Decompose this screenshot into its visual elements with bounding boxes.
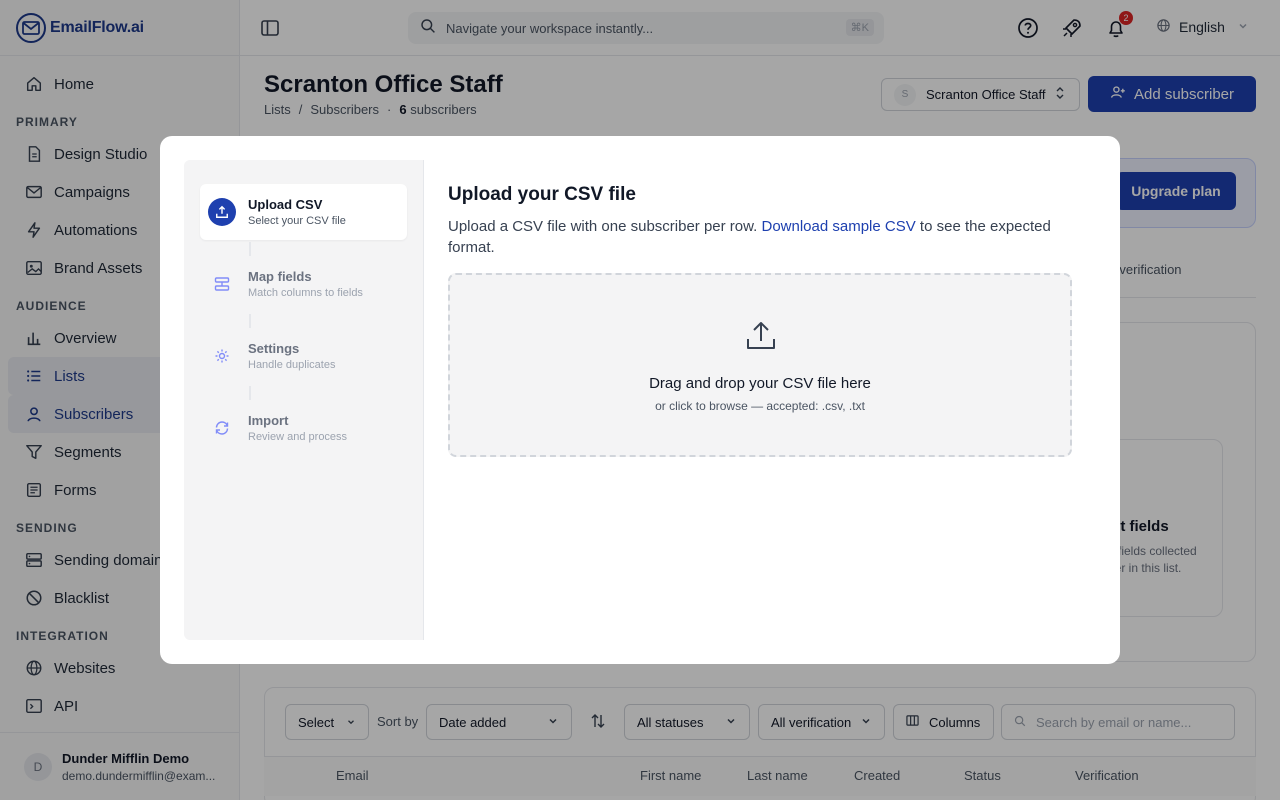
step-title: Settings	[248, 341, 300, 356]
step-title: Upload CSV	[248, 197, 323, 212]
step-subtitle: Review and process	[248, 431, 348, 443]
gear-icon	[208, 342, 236, 370]
dropzone-subtitle: or click to browse — accepted: .csv, .tx…	[655, 399, 865, 413]
download-sample-csv-link[interactable]: Download sample CSV	[762, 218, 916, 235]
step-connector	[249, 314, 251, 328]
step-subtitle: Match columns to fields	[248, 287, 363, 299]
step-upload-csv[interactable]: Upload CSV Select your CSV file	[200, 184, 407, 240]
modal-title: Upload your CSV file	[448, 184, 636, 205]
step-title: Map fields	[248, 269, 312, 284]
step-title: Import	[248, 413, 289, 428]
step-connector	[249, 242, 251, 256]
upload-icon	[208, 198, 236, 226]
step-subtitle: Select your CSV file	[248, 215, 346, 227]
refresh-icon	[208, 414, 236, 442]
step-import[interactable]: Import Review and process	[200, 400, 407, 456]
upload-icon	[744, 319, 778, 353]
step-subtitle: Handle duplicates	[248, 359, 336, 371]
modal-description: Upload a CSV file with one subscriber pe…	[448, 216, 1068, 258]
step-settings[interactable]: Settings Handle duplicates	[200, 328, 407, 384]
step-connector	[249, 386, 251, 400]
import-csv-modal: Upload CSV Select your CSV file Map fiel…	[160, 136, 1120, 664]
modal-description-text: Upload a CSV file with one subscriber pe…	[448, 218, 758, 235]
csv-dropzone[interactable]: Drag and drop your CSV file here or clic…	[448, 273, 1072, 457]
step-map-fields[interactable]: Map fields Match columns to fields	[200, 256, 407, 312]
map-fields-icon	[208, 270, 236, 298]
dropzone-title: Drag and drop your CSV file here	[649, 375, 871, 392]
import-stepper: Upload CSV Select your CSV file Map fiel…	[184, 160, 424, 640]
